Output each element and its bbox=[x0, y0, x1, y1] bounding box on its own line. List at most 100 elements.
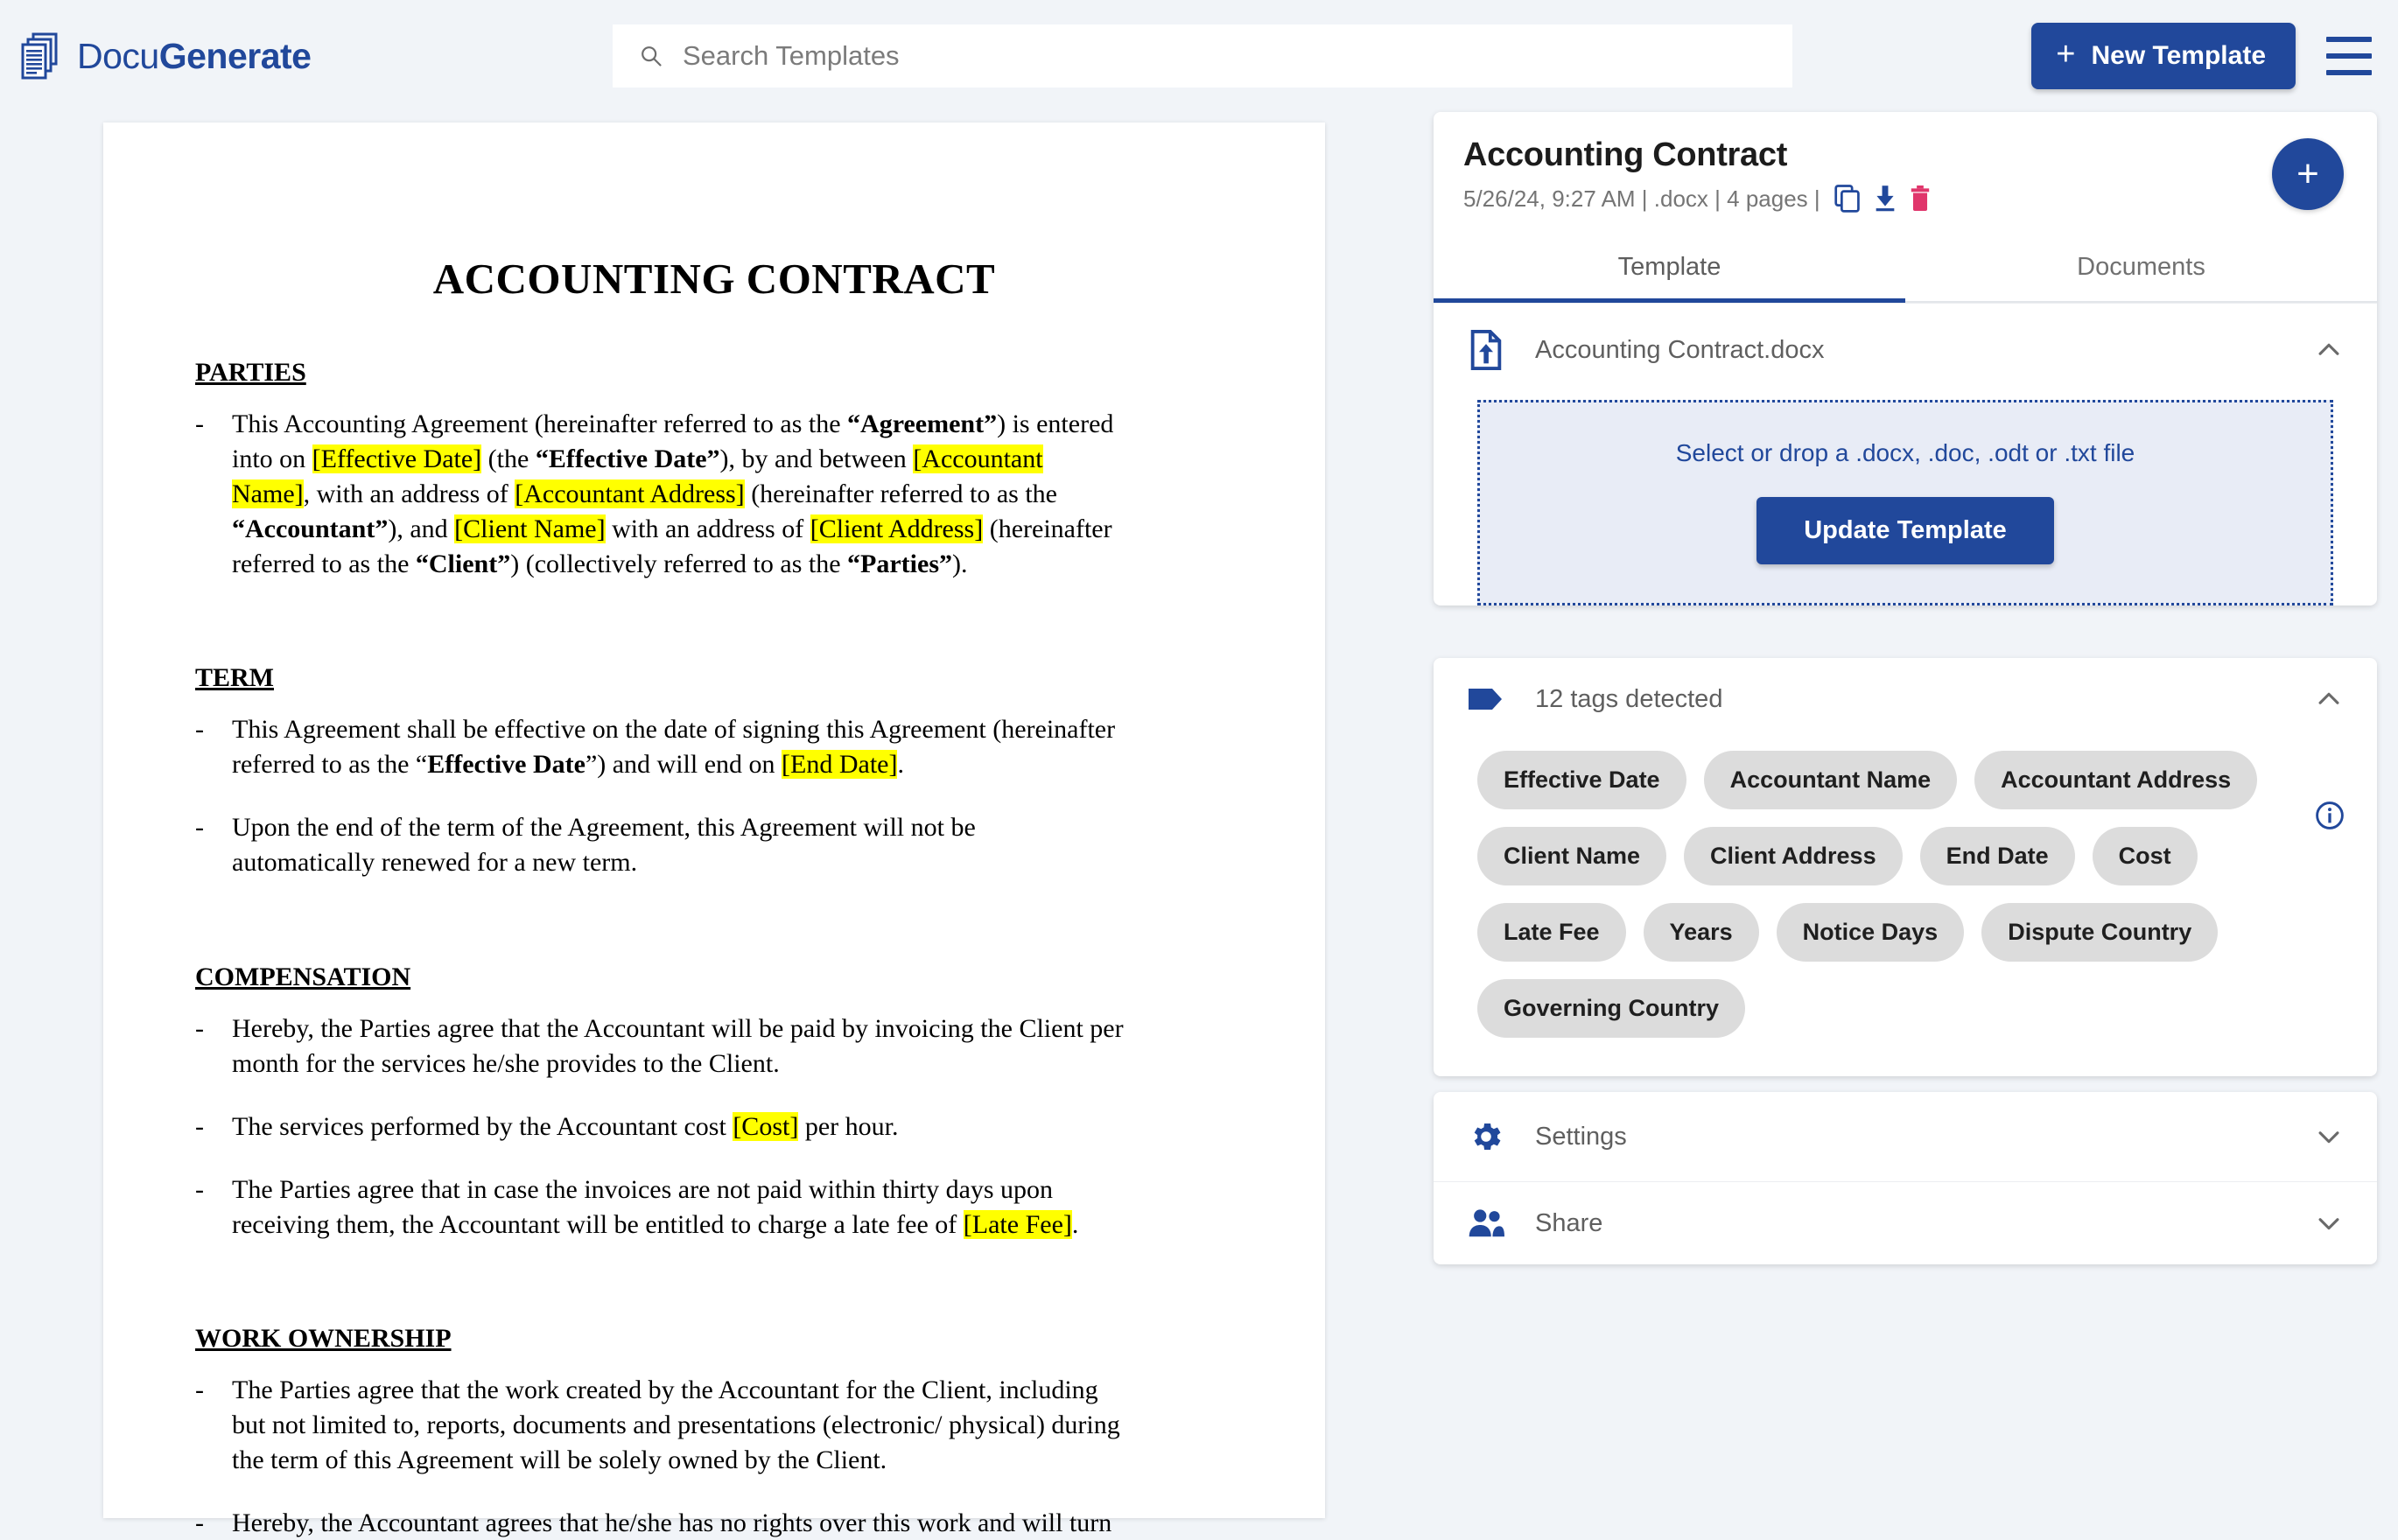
share-section-header[interactable]: Share bbox=[1434, 1182, 2377, 1264]
template-tag-placeholder: [Accountant Address] bbox=[515, 479, 745, 508]
chevron-down-icon[interactable] bbox=[2314, 1122, 2344, 1152]
file-name-label: Accounting Contract.docx bbox=[1535, 335, 1825, 364]
hamburger-menu-icon[interactable] bbox=[2326, 37, 2372, 75]
paragraph-text: The Parties agree that in case the invoi… bbox=[232, 1172, 1125, 1242]
chevron-down-icon[interactable] bbox=[2314, 1208, 2344, 1238]
share-label: Share bbox=[1535, 1208, 1603, 1237]
document-body: PARTIES - This Accounting Agreement (herei… bbox=[147, 304, 1281, 1540]
plain-text: (hereinafter referred to as the bbox=[744, 479, 1057, 508]
tag-chip[interactable]: Late Fee bbox=[1477, 903, 1626, 962]
panel-tabs: Template Documents bbox=[1434, 235, 2377, 303]
bold-text: “Effective Date” bbox=[535, 444, 720, 473]
tags-section-header[interactable]: 12 tags detected bbox=[1434, 658, 2377, 740]
plain-text: Upon the end of the term of the Agreemen… bbox=[232, 813, 976, 878]
tag-chip[interactable]: Notice Days bbox=[1776, 903, 1965, 962]
file-dropzone[interactable]: Select or drop a .docx, .doc, .odt or .t… bbox=[1477, 400, 2333, 606]
delete-icon[interactable] bbox=[1910, 185, 1931, 213]
template-card: Accounting Contract 5/26/24, 9:27 AM | .… bbox=[1434, 112, 2377, 606]
brand-name-bold: Generate bbox=[158, 35, 312, 76]
fab-plus-icon: + bbox=[2296, 152, 2319, 195]
tag-chip[interactable]: Dispute Country bbox=[1981, 903, 2219, 962]
paragraph-text: Upon the end of the term of the Agreemen… bbox=[232, 810, 1125, 880]
bullet-dash: - bbox=[195, 410, 204, 438]
document-section-heading: COMPENSATION bbox=[195, 962, 411, 992]
tags-count-label: 12 tags detected bbox=[1535, 684, 1723, 713]
panel-meta: 5/26/24, 9:27 AM | .docx | 4 pages | bbox=[1463, 185, 2347, 213]
settings-share-card: Settings Share bbox=[1434, 1092, 2377, 1264]
template-tag-placeholder: [End Date] bbox=[782, 750, 898, 780]
bold-text: “Agreement” bbox=[847, 410, 998, 438]
plain-text: This Accounting Agreement (hereinafter r… bbox=[232, 410, 848, 438]
paragraph-text: This Accounting Agreement (hereinafter r… bbox=[232, 407, 1125, 581]
document-page: ACCOUNTING CONTRACT PARTIES - This Account… bbox=[103, 122, 1325, 1537]
file-section-header[interactable]: Accounting Contract.docx bbox=[1434, 304, 2377, 396]
copy-icon[interactable] bbox=[1834, 185, 1861, 213]
tag-chip[interactable]: Accountant Address bbox=[1974, 751, 2258, 809]
tag-chip[interactable]: Accountant Name bbox=[1703, 751, 1958, 809]
file-upload-icon bbox=[1467, 330, 1505, 370]
brand-name-light: Docu bbox=[77, 35, 159, 76]
plain-text: . bbox=[897, 750, 904, 780]
bold-text: “Parties” bbox=[847, 549, 952, 578]
plain-text: ), by and between bbox=[719, 444, 914, 473]
plain-text: Hereby, the Parties agree that the Accou… bbox=[232, 1014, 1124, 1078]
download-icon[interactable] bbox=[1873, 185, 1897, 213]
tags-container: Effective Date Accountant Name Accountant … bbox=[1434, 740, 2377, 1076]
panel-meta-icons bbox=[1834, 185, 1931, 213]
paragraph-text: The Parties agree that the work created … bbox=[232, 1373, 1125, 1478]
people-icon bbox=[1467, 1208, 1505, 1238]
tab-template-label: Template bbox=[1617, 253, 1721, 281]
tag-chip[interactable]: Years bbox=[1643, 903, 1759, 962]
tag-chip[interactable]: End Date bbox=[1919, 827, 2075, 886]
document-section-heading: TERM bbox=[195, 663, 274, 693]
template-tag-placeholder: [Cost] bbox=[733, 1111, 799, 1141]
document-paragraph: - This Agreement shall be effective on th… bbox=[195, 712, 1281, 782]
settings-section: Settings bbox=[1434, 1092, 2377, 1181]
tag-chip[interactable]: Cost bbox=[2092, 827, 2198, 886]
search-bar[interactable] bbox=[613, 24, 1792, 88]
tags-card: 12 tags detected Effective Date Accountan… bbox=[1434, 658, 2377, 1076]
document-preview-area[interactable]: ACCOUNTING CONTRACT PARTIES - This Account… bbox=[0, 112, 1427, 1540]
plain-text: The Parties agree that in case the invoi… bbox=[232, 1174, 1054, 1239]
plain-text: ), and bbox=[388, 514, 455, 543]
tab-documents[interactable]: Documents bbox=[1905, 235, 2377, 301]
document-paragraph: - Upon the end of the term of the Agreeme… bbox=[195, 810, 1281, 880]
top-bar: DocuGenerate + New Template bbox=[0, 0, 2398, 112]
template-tag-placeholder: [Late Fee] bbox=[963, 1209, 1072, 1239]
search-input[interactable] bbox=[683, 40, 1733, 72]
paragraph-text: The services performed by the Accountant… bbox=[232, 1110, 898, 1144]
add-document-button[interactable]: + bbox=[2272, 138, 2344, 210]
document-paragraph: - Hereby, the Accountant agrees that he/s… bbox=[195, 1506, 1281, 1540]
plain-text: The Parties agree that the work created … bbox=[232, 1376, 1120, 1475]
tag-chip[interactable]: Effective Date bbox=[1477, 751, 1686, 809]
template-tag-placeholder: [Client Name] bbox=[454, 514, 606, 543]
new-template-label: New Template bbox=[2091, 41, 2267, 70]
settings-section-header[interactable]: Settings bbox=[1434, 1092, 2377, 1181]
document-section-heading: WORK OWNERSHIP bbox=[195, 1324, 452, 1354]
bullet-dash: - bbox=[195, 1014, 204, 1044]
tag-chip[interactable]: Client Name bbox=[1477, 827, 1667, 886]
new-template-button[interactable]: + New Template bbox=[2031, 23, 2296, 89]
bold-text: “Client” bbox=[415, 549, 511, 578]
info-icon[interactable] bbox=[2314, 800, 2345, 831]
tab-template[interactable]: Template bbox=[1434, 235, 1905, 303]
settings-label: Settings bbox=[1535, 1122, 1627, 1151]
document-paragraph: - This Accounting Agreement (hereinafter … bbox=[195, 407, 1281, 581]
plain-text: with an address of bbox=[605, 514, 810, 543]
tag-chip[interactable]: Governing Country bbox=[1477, 979, 1746, 1038]
plain-text: (the bbox=[481, 444, 536, 473]
tag-icon bbox=[1467, 687, 1505, 711]
tags-section: 12 tags detected Effective Date Accountan… bbox=[1434, 658, 2377, 1076]
document-title: ACCOUNTING CONTRACT bbox=[432, 255, 996, 303]
document-paragraph: - The services performed by the Accountan… bbox=[195, 1110, 1281, 1144]
tab-documents-label: Documents bbox=[2077, 253, 2205, 281]
tag-chip[interactable]: Client Address bbox=[1684, 827, 1903, 886]
chevron-up-icon[interactable] bbox=[2314, 335, 2344, 365]
chevron-up-icon[interactable] bbox=[2314, 684, 2344, 714]
brand-logo[interactable]: DocuGenerate bbox=[21, 32, 312, 80]
plain-text: ) (collectively referred to as the bbox=[510, 549, 848, 578]
bullet-dash: - bbox=[195, 1376, 204, 1405]
bold-text: Effective Date bbox=[427, 750, 585, 780]
update-template-button[interactable]: Update Template bbox=[1756, 497, 2054, 564]
bullet-dash: - bbox=[195, 1508, 204, 1538]
